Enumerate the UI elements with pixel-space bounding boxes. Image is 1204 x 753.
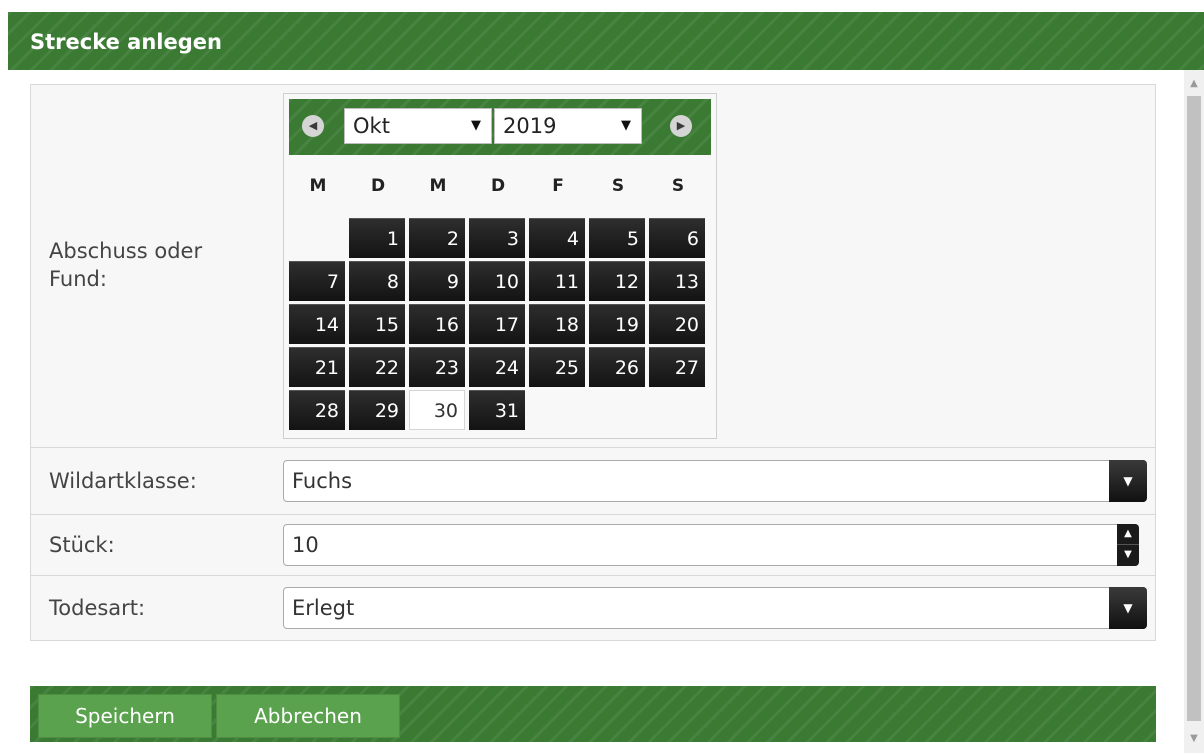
count-value: 10 (292, 533, 319, 557)
date-row: Abschuss oder Fund: ◀ Okt ▼ 2019 ▼ ▶ MDM… (31, 85, 1155, 448)
calendar-day[interactable]: 12 (589, 261, 645, 301)
calendar-day[interactable]: 3 (469, 218, 525, 258)
calendar-day[interactable]: 2 (409, 218, 465, 258)
calendar-day[interactable]: 22 (349, 347, 405, 387)
year-select[interactable]: 2019 ▼ (494, 108, 642, 144)
calendar-day-selected[interactable]: 30 (409, 390, 465, 430)
death-label: Todesart: (49, 596, 146, 620)
calendar-day[interactable]: 4 (529, 218, 585, 258)
count-label: Stück: (49, 533, 115, 557)
count-row: Stück: 10 ▲ ▼ (31, 515, 1155, 576)
calendar-day[interactable]: 9 (409, 261, 465, 301)
caret-down-icon[interactable]: ▼ (1109, 460, 1147, 502)
calendar-day[interactable]: 26 (589, 347, 645, 387)
calendar-day[interactable]: 15 (349, 304, 405, 344)
chevron-left-icon[interactable]: ◀ (302, 115, 324, 137)
species-label: Wildartklasse: (49, 469, 197, 493)
calendar-day[interactable]: 11 (529, 261, 585, 301)
calendar-day[interactable]: 17 (469, 304, 525, 344)
scroll-thumb[interactable] (1187, 96, 1201, 721)
calendar-day[interactable]: 5 (589, 218, 645, 258)
weekday-label: M (309, 176, 327, 196)
weekday-label: D (490, 176, 506, 196)
dialog-header: Strecke anlegen (8, 12, 1204, 70)
weekday-label: S (611, 176, 625, 196)
calendar-day[interactable]: 16 (409, 304, 465, 344)
calendar-day[interactable]: 8 (349, 261, 405, 301)
cancel-button[interactable]: Abbrechen (216, 694, 400, 738)
month-value: Okt (353, 114, 390, 138)
form-table: Abschuss oder Fund: ◀ Okt ▼ 2019 ▼ ▶ MDM… (30, 84, 1156, 641)
dialog-title: Strecke anlegen (30, 30, 222, 54)
weekday-label: D (370, 176, 386, 196)
scroll-up-icon[interactable]: ▲ (1184, 74, 1204, 94)
datepicker-header: ◀ Okt ▼ 2019 ▼ ▶ (289, 99, 711, 155)
calendar-day[interactable]: 13 (649, 261, 705, 301)
calendar-day[interactable]: 28 (289, 390, 345, 430)
calendar-day[interactable]: 31 (469, 390, 525, 430)
calendar-day[interactable]: 27 (649, 347, 705, 387)
calendar-day[interactable]: 10 (469, 261, 525, 301)
calendar-day[interactable]: 18 (529, 304, 585, 344)
calendar-day[interactable]: 7 (289, 261, 345, 301)
death-value: Erlegt (292, 596, 355, 620)
top-border (0, 0, 1204, 10)
caret-down-icon: ▼ (621, 118, 631, 133)
calendar-day[interactable]: 21 (289, 347, 345, 387)
species-value: Fuchs (292, 469, 353, 493)
vertical-scrollbar[interactable]: ▲ ▼ (1184, 70, 1204, 753)
stepper-buttons: ▲ ▼ (1117, 524, 1139, 566)
year-value: 2019 (503, 114, 557, 138)
increment-icon[interactable]: ▲ (1117, 524, 1139, 545)
scroll-down-icon[interactable]: ▼ (1184, 729, 1204, 749)
count-stepper[interactable]: 10 ▲ ▼ (283, 524, 1139, 566)
caret-down-icon: ▼ (471, 118, 481, 133)
calendar-day[interactable]: 24 (469, 347, 525, 387)
weekday-label: S (671, 176, 685, 196)
calendar-day[interactable]: 20 (649, 304, 705, 344)
chevron-right-icon[interactable]: ▶ (670, 115, 692, 137)
species-row: Wildartklasse: Fuchs ▼ (31, 448, 1155, 515)
decrement-icon[interactable]: ▼ (1117, 545, 1139, 565)
calendar-day[interactable]: 14 (289, 304, 345, 344)
calendar-day[interactable]: 29 (349, 390, 405, 430)
calendar-day[interactable]: 25 (529, 347, 585, 387)
datepicker: ◀ Okt ▼ 2019 ▼ ▶ MDMDFSS 1 2 3 4 5 6 7 8 9 10 11 12… (283, 93, 717, 439)
month-select[interactable]: Okt ▼ (344, 108, 492, 144)
date-label: Abschuss oder Fund: (49, 239, 203, 291)
calendar-day[interactable]: 23 (409, 347, 465, 387)
weekday-label: M (429, 176, 447, 196)
calendar-day[interactable]: 1 (349, 218, 405, 258)
calendar-day[interactable]: 6 (649, 218, 705, 258)
death-select[interactable]: Erlegt ▼ (283, 587, 1147, 629)
species-select[interactable]: Fuchs ▼ (283, 460, 1147, 502)
death-row: Todesart: Erlegt ▼ (31, 576, 1155, 640)
calendar-day[interactable]: 19 (589, 304, 645, 344)
caret-down-icon[interactable]: ▼ (1109, 587, 1147, 629)
weekday-label: F (552, 176, 564, 196)
dialog-footer: Speichern Abbrechen (30, 686, 1156, 742)
save-button[interactable]: Speichern (38, 694, 212, 738)
